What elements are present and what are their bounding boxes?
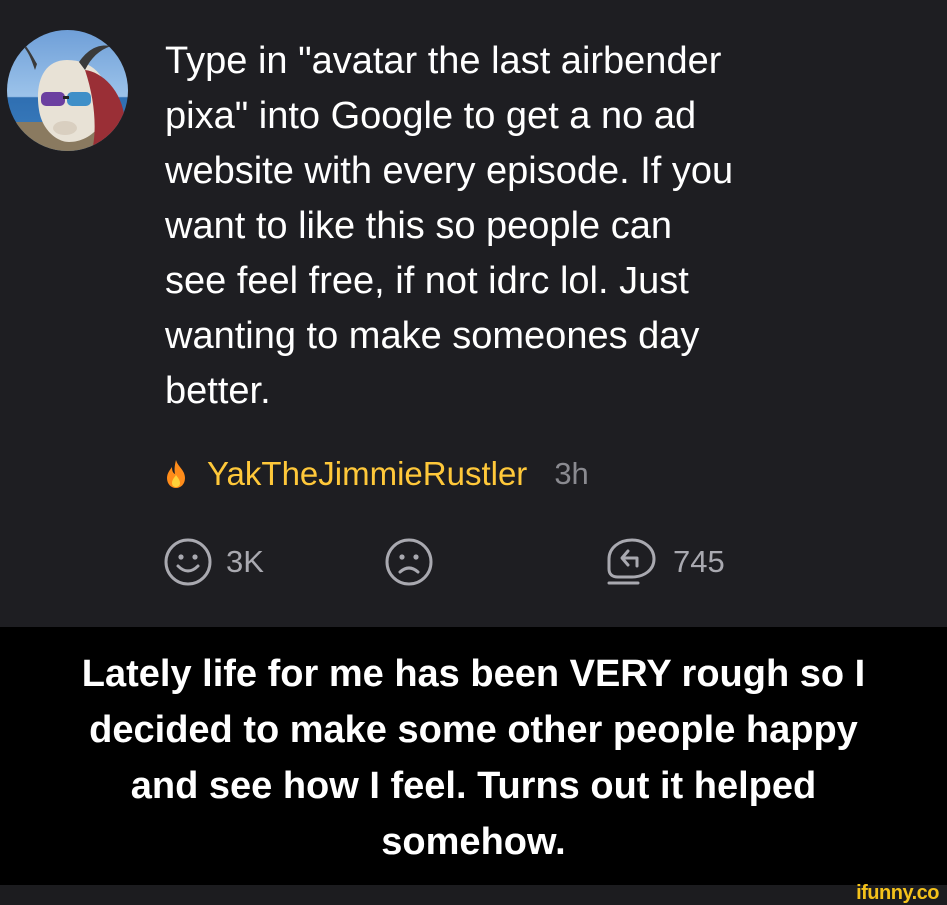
username-link[interactable]: YakTheJimmieRustler — [207, 455, 527, 493]
meme-caption: Lately life for me has been VERY rough s… — [0, 627, 947, 885]
smile-face-icon — [164, 538, 212, 586]
author-row: YakTheJimmieRustler 3h — [163, 452, 589, 496]
footer-bar: ifunny.co — [0, 882, 947, 905]
reply-count: 745 — [673, 544, 725, 579]
frown-face-icon — [385, 538, 433, 586]
smile-button[interactable]: 3K — [163, 535, 264, 589]
avatar-image — [7, 30, 128, 151]
smile-count: 3K — [226, 544, 264, 579]
comment-card: Type in "avatar the last airbender pixa"… — [0, 0, 947, 627]
reply-bubble-icon — [607, 538, 656, 585]
avatar[interactable] — [7, 30, 128, 151]
reply-button[interactable]: 745 — [604, 535, 725, 589]
ifunny-watermark: ifunny.co — [856, 882, 939, 904]
comment-text: Type in "avatar the last airbender pixa"… — [165, 40, 734, 412]
fire-icon — [167, 460, 185, 488]
timestamp: 3h — [554, 456, 589, 491]
caption-text: Lately life for me has been VERY rough s… — [81, 653, 866, 863]
frown-button[interactable] — [384, 535, 434, 589]
